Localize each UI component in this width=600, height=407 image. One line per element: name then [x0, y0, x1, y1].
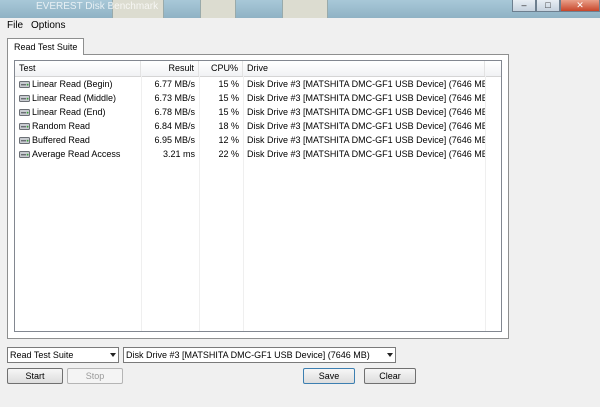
cell-test-label: Buffered Read — [32, 135, 90, 145]
start-button[interactable]: Start — [7, 368, 63, 384]
menu-bar: File Options — [0, 18, 600, 33]
cell-test-label: Random Read — [32, 121, 91, 131]
minimize-button[interactable]: – — [512, 0, 536, 12]
save-button[interactable]: Save — [303, 368, 355, 384]
cell-cpu: 12 % — [218, 135, 239, 145]
column-header-cpu[interactable]: CPU% — [199, 61, 243, 76]
list-header: Test Result CPU% Drive — [15, 61, 501, 77]
hard-drive-icon — [19, 151, 30, 158]
results-list[interactable]: Test Result CPU% Drive Linear Read (Begi… — [14, 60, 502, 332]
cell-cpu: 15 % — [218, 79, 239, 89]
window-title: EVEREST Disk Benchmark — [36, 1, 159, 12]
table-row[interactable]: Random Read 6.84 MB/s 18 % Disk Drive #3 [M… — [15, 119, 501, 133]
cell-test: Linear Read (Begin) — [15, 77, 141, 91]
hard-drive-icon — [19, 81, 30, 88]
close-button[interactable]: ✕ — [560, 0, 600, 12]
cell-result: 3.21 ms — [162, 149, 195, 159]
tab-read-test-suite[interactable]: Read Test Suite — [7, 38, 85, 55]
table-row[interactable]: Linear Read (Begin) 6.77 MB/s 15 % Disk Dri… — [15, 77, 501, 91]
drive-select-value: Disk Drive #3 [MATSHITA DMC-GF1 USB Devi… — [126, 350, 370, 360]
cell-result: 6.73 MB/s — [154, 93, 195, 103]
tab-panel: Test Result CPU% Drive Linear Read (Begi… — [7, 54, 509, 339]
cell-test-label: Average Read Access — [32, 149, 121, 159]
table-row[interactable]: Linear Read (Middle) 6.73 MB/s 15 % Disk Dr… — [15, 91, 501, 105]
maximize-button[interactable]: □ — [536, 0, 560, 12]
hard-drive-icon — [19, 137, 30, 144]
column-header-result[interactable]: Result — [141, 61, 199, 76]
hard-drive-icon — [19, 109, 30, 116]
cell-test: Buffered Read — [15, 133, 141, 147]
cell-result: 6.77 MB/s — [154, 79, 195, 89]
chevron-down-icon — [110, 353, 116, 357]
taskbar-thumbnail — [282, 0, 328, 18]
table-row[interactable]: Buffered Read 6.95 MB/s 12 % Disk Drive #3 … — [15, 133, 501, 147]
table-row[interactable]: Linear Read (End) 6.78 MB/s 15 % Disk Drive… — [15, 105, 501, 119]
cell-cpu: 15 % — [218, 107, 239, 117]
cell-test: Linear Read (End) — [15, 105, 141, 119]
cell-drive: Disk Drive #3 [MATSHITA DMC-GF1 USB Devi… — [247, 149, 485, 159]
menu-options[interactable]: Options — [31, 19, 65, 32]
menu-file[interactable]: File — [7, 19, 23, 32]
cell-test: Linear Read (Middle) — [15, 91, 141, 105]
test-suite-select[interactable]: Read Test Suite — [7, 347, 119, 363]
minimize-icon: – — [521, 0, 527, 10]
cell-test: Random Read — [15, 119, 141, 133]
cell-test: Average Read Access — [15, 147, 141, 161]
status-bar — [0, 392, 600, 407]
taskbar-thumbnail — [200, 0, 236, 18]
stop-button[interactable]: Stop — [67, 368, 123, 384]
maximize-icon: □ — [545, 0, 551, 10]
hard-drive-icon — [19, 95, 30, 102]
chevron-down-icon — [387, 353, 393, 357]
cell-result: 6.95 MB/s — [154, 135, 195, 145]
test-suite-select-value: Read Test Suite — [10, 350, 74, 360]
title-bar[interactable]: EVEREST Disk Benchmark – □ ✕ — [0, 0, 600, 18]
close-icon: ✕ — [576, 0, 584, 10]
cell-drive: Disk Drive #3 [MATSHITA DMC-GF1 USB Devi… — [247, 121, 485, 131]
cell-cpu: 18 % — [218, 121, 239, 131]
drive-select[interactable]: Disk Drive #3 [MATSHITA DMC-GF1 USB Devi… — [123, 347, 396, 363]
cell-drive: Disk Drive #3 [MATSHITA DMC-GF1 USB Devi… — [247, 135, 485, 145]
cell-result: 6.78 MB/s — [154, 107, 195, 117]
benchmark-window: EVEREST Disk Benchmark – □ ✕ File Option… — [0, 0, 600, 407]
cell-test-label: Linear Read (End) — [32, 107, 106, 117]
cell-drive: Disk Drive #3 [MATSHITA DMC-GF1 USB Devi… — [247, 79, 485, 89]
cell-cpu: 15 % — [218, 93, 239, 103]
column-header-drive[interactable]: Drive — [243, 61, 485, 76]
cell-cpu: 22 % — [218, 149, 239, 159]
cell-test-label: Linear Read (Begin) — [32, 79, 113, 89]
cell-test-label: Linear Read (Middle) — [32, 93, 117, 103]
cell-drive: Disk Drive #3 [MATSHITA DMC-GF1 USB Devi… — [247, 93, 485, 103]
table-row[interactable]: Average Read Access 3.21 ms 22 % Disk Drive… — [15, 147, 501, 161]
hard-drive-icon — [19, 123, 30, 130]
cell-drive: Disk Drive #3 [MATSHITA DMC-GF1 USB Devi… — [247, 107, 485, 117]
cell-result: 6.84 MB/s — [154, 121, 195, 131]
clear-button[interactable]: Clear — [364, 368, 416, 384]
column-header-test[interactable]: Test — [15, 61, 141, 76]
